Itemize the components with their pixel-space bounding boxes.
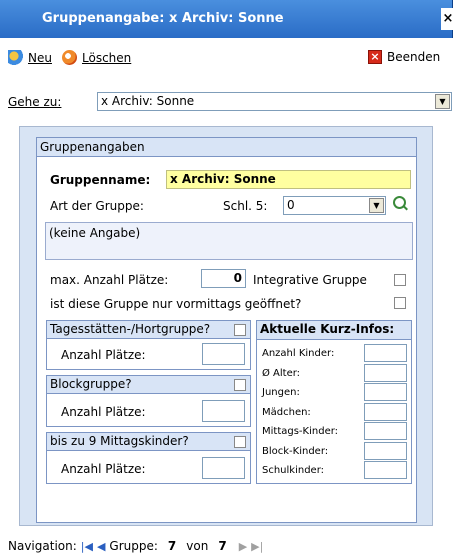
quick-info-label: Mädchen: (262, 406, 311, 418)
dropdown-icon[interactable]: ▼ (369, 198, 384, 213)
quick-info-value (364, 441, 407, 460)
section-lunch-children: bis zu 9 Mittagskinder? Anzahl Plätze: (46, 432, 251, 484)
delete-icon (62, 50, 77, 65)
window-title: Gruppenangabe: x Archiv: Sonne (42, 11, 284, 26)
title-bar: Gruppenangabe: x Archiv: Sonne × (0, 0, 453, 38)
close-button[interactable]: × (441, 8, 453, 30)
next-icon[interactable]: ▶ (239, 540, 247, 553)
key-label: Schl. 5: (223, 199, 268, 213)
group-name-field[interactable]: x Archiv: Sonne (166, 170, 411, 189)
group-label: Gruppe: (109, 539, 158, 553)
block-places-field[interactable] (202, 400, 245, 422)
quick-info-label: Schulkinder: (262, 465, 325, 476)
quick-info-label: Mittags-Kinder: (262, 426, 339, 437)
quick-info-value (364, 344, 407, 362)
quick-info-label: Block-Kinder: (262, 445, 329, 457)
exit-button[interactable]: × Beenden (368, 50, 440, 64)
integrative-label: Integrative Gruppe (253, 273, 367, 287)
block-group-checkbox[interactable] (234, 379, 246, 391)
total-records: 7 (218, 539, 227, 553)
zoom-icon[interactable] (393, 196, 406, 209)
first-icon[interactable]: |◀ (81, 540, 93, 553)
group-type-label: Art der Gruppe: (50, 199, 144, 213)
current-record: 7 (167, 539, 177, 553)
block-places-label: Anzahl Plätze: (61, 405, 146, 419)
quick-info-value (364, 363, 407, 382)
integrative-checkbox[interactable] (394, 274, 406, 286)
lunch-children-checkbox[interactable] (234, 436, 246, 448)
section-day-care: Tagesstätten-/Hortgruppe? Anzahl Plätze: (46, 320, 251, 370)
quick-info-value (364, 461, 407, 479)
max-places-field[interactable]: 0 (201, 269, 246, 288)
morning-only-checkbox[interactable] (394, 297, 406, 309)
quick-info-value (364, 422, 407, 440)
day-care-places-field[interactable] (202, 343, 245, 365)
max-places-label: max. Anzahl Plätze: (50, 273, 169, 287)
section-quick-info: Aktuelle Kurz-Infos: Anzahl Kinder: Ø Alt… (256, 320, 412, 484)
quick-info-label: Anzahl Kinder: (262, 348, 335, 359)
section-day-care-title: Tagesstätten-/Hortgruppe? (47, 321, 250, 339)
quick-info-label: Jungen: (262, 387, 300, 398)
dropdown-icon[interactable]: ▼ (435, 94, 450, 109)
goto-label: Gehe zu: (8, 95, 62, 109)
new-button-label: Neu (28, 50, 52, 65)
goto-value: x Archiv: Sonne (101, 94, 195, 108)
delete-button-label: Löschen (82, 50, 132, 65)
quick-info-value (364, 402, 407, 421)
morning-only-label: ist diese Gruppe nur vormittags geöffnet… (50, 297, 302, 311)
goto-select[interactable]: x Archiv: Sonne ▼ (97, 92, 452, 111)
exit-button-label: Beenden (387, 50, 441, 64)
lunch-places-field[interactable] (202, 457, 245, 479)
panel-header: Gruppenangaben (37, 138, 416, 157)
group-description: (keine Angabe) (45, 222, 413, 260)
quick-info-value (364, 383, 407, 401)
section-block-group-title: Blockgruppe? (47, 376, 250, 394)
navigation-label: Navigation: (8, 539, 77, 553)
day-care-places-label: Anzahl Plätze: (61, 348, 146, 362)
day-care-checkbox[interactable] (234, 324, 246, 336)
exit-icon: × (368, 50, 382, 64)
delete-button[interactable]: Löschen (62, 50, 131, 65)
key-value: 0 (287, 198, 295, 212)
lunch-places-label: Anzahl Plätze: (61, 462, 146, 476)
new-button[interactable]: Neu (8, 50, 52, 65)
quick-info-title: Aktuelle Kurz-Infos: (257, 321, 411, 340)
section-lunch-children-title: bis zu 9 Mittagskinder? (47, 433, 250, 451)
quick-info-label: Ø Alter: (262, 367, 301, 379)
description-text: (keine Angabe) (49, 226, 141, 240)
toolbar: Neu Löschen × Beenden (0, 38, 453, 72)
record-navigation: Navigation: |◀ ◀ Gruppe: 7 von 7 ▶ ▶| (8, 539, 263, 553)
section-block-group: Blockgruppe? Anzahl Plätze: (46, 375, 251, 427)
prev-icon[interactable]: ◀ (97, 540, 105, 553)
of-label: von (186, 539, 209, 553)
new-icon (8, 50, 23, 65)
group-name-label: Gruppenname: (50, 173, 151, 187)
key-select[interactable]: 0 ▼ (283, 196, 386, 215)
last-icon[interactable]: ▶| (251, 540, 263, 553)
goto-row: Gehe zu: x Archiv: Sonne ▼ (8, 92, 452, 111)
